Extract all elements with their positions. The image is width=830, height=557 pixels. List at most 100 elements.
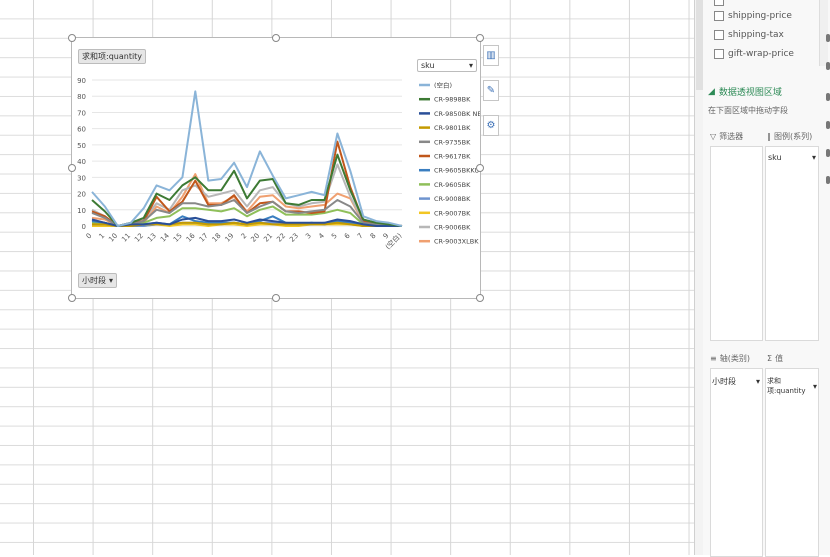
pivot-field-item[interactable] bbox=[714, 0, 728, 8]
dropdown-arrow-icon[interactable]: ▾ bbox=[109, 276, 113, 285]
pivot-field-item[interactable]: shipping-tax bbox=[714, 28, 784, 42]
values-field-name: 求和项:quantity bbox=[767, 377, 806, 395]
legend-label: CR-9007BK bbox=[434, 209, 471, 217]
panel-tool-icon[interactable] bbox=[826, 34, 830, 42]
panel-tool-icon[interactable] bbox=[826, 149, 830, 157]
panel-tool-icon[interactable] bbox=[826, 121, 830, 129]
panel-tool-icon[interactable] bbox=[826, 62, 830, 70]
columns-icon: ‖ bbox=[767, 132, 771, 141]
y-tick-label: 10 bbox=[77, 207, 86, 215]
panel-tool-icon[interactable] bbox=[826, 176, 830, 184]
legend-label: CR-9605BK bbox=[434, 181, 471, 189]
chart-styles-pencil-icon[interactable]: ✎ bbox=[483, 80, 499, 101]
x-tick-label: 1 bbox=[98, 232, 107, 241]
legend-label: CR-9003XLBK bbox=[434, 238, 479, 246]
chart-plot: 90807060504030201000 1 10 11 12 13 14 15 16 17 18 1… bbox=[77, 77, 488, 251]
panel-tool-icon[interactable] bbox=[826, 93, 830, 101]
y-tick-label: 90 bbox=[77, 77, 86, 85]
axis-field-chip[interactable]: 小时段 ▾ bbox=[712, 376, 760, 387]
dropdown-arrow-icon[interactable]: ▾ bbox=[812, 153, 816, 162]
resize-handle[interactable] bbox=[476, 34, 484, 42]
x-tick-label: 16 bbox=[185, 231, 197, 243]
chart-filter-gear-icon[interactable]: ⚙ bbox=[483, 115, 499, 136]
legend-field-chip[interactable]: sku ▾ bbox=[768, 153, 816, 162]
axis-field-button[interactable]: 小时段 ▾ bbox=[78, 273, 118, 288]
legend-field-button[interactable]: sku ▾ bbox=[417, 59, 477, 72]
values-field-chip[interactable]: 求和项:quantity ▾ bbox=[767, 376, 817, 396]
legend-zone-title: 图例(系列) bbox=[774, 132, 813, 141]
pivot-field-item[interactable]: gift-wrap-price bbox=[714, 47, 794, 61]
y-tick-label: 20 bbox=[77, 191, 86, 199]
x-tick-label: 23 bbox=[288, 232, 300, 244]
pivot-chart[interactable]: 90 80 70 60 50 40 30 20 10 0 0 1 10 11 12 13 14 15 16 17 18 1… bbox=[71, 37, 488, 299]
legend-label: CR-9617BK bbox=[434, 153, 471, 161]
resize-handle[interactable] bbox=[272, 34, 280, 42]
legend-label: (空白) bbox=[434, 81, 452, 90]
legend-zone-label: ‖ 图例(系列) bbox=[767, 131, 812, 142]
dropdown-arrow-icon[interactable]: ▾ bbox=[813, 382, 817, 391]
legend-label: CR-9006BK bbox=[434, 224, 471, 232]
y-tick-label: 40 bbox=[77, 158, 86, 166]
resize-handle[interactable] bbox=[68, 34, 76, 42]
x-tick-label: 7 bbox=[356, 232, 365, 241]
legend-label: CR-9605BKKU bbox=[434, 167, 479, 175]
pivot-field-item[interactable]: shipping-price bbox=[714, 9, 792, 23]
field-label: shipping-price bbox=[728, 11, 792, 21]
chart-elements-icon[interactable]: ▥ bbox=[483, 45, 499, 66]
legend-label: CR-9898BK bbox=[434, 96, 471, 104]
field-list-scrollbar[interactable] bbox=[819, 0, 828, 66]
x-tick-label: 4 bbox=[317, 231, 326, 240]
legend-label: CR-9850BK NEW bbox=[434, 110, 480, 118]
dropdown-arrow-icon[interactable]: ▾ bbox=[469, 61, 473, 70]
axis-zone-label: ≡ 轴(类别) bbox=[710, 353, 750, 364]
field-checkbox[interactable] bbox=[714, 30, 724, 40]
y-tick-label: 60 bbox=[77, 126, 86, 134]
value-field-button-label: 求和项:quantity bbox=[82, 52, 143, 61]
x-tick-label: 15 bbox=[172, 232, 184, 244]
axis-zone-title: 轴(类别) bbox=[719, 354, 750, 363]
legend-field-name: sku bbox=[768, 153, 782, 162]
x-tick-label: 22 bbox=[275, 232, 287, 244]
y-tick-label: 50 bbox=[77, 142, 86, 150]
rows-icon: ≡ bbox=[710, 354, 717, 363]
x-tick-label: 21 bbox=[262, 232, 274, 244]
x-tick-label: 18 bbox=[211, 232, 223, 244]
resize-handle[interactable] bbox=[68, 164, 76, 172]
values-zone-title: 值 bbox=[775, 354, 784, 363]
field-checkbox[interactable] bbox=[714, 49, 724, 59]
x-tick-label: 2 bbox=[240, 232, 249, 241]
pivot-area-hint: 在下面区域中拖动字段 bbox=[708, 106, 788, 115]
axis-drop-zone[interactable] bbox=[710, 368, 763, 557]
x-tick-label: 0 bbox=[85, 232, 94, 241]
axis-field-name: 小时段 bbox=[712, 377, 736, 386]
legend-drop-zone[interactable] bbox=[765, 146, 819, 341]
x-tick-label: 13 bbox=[146, 232, 158, 244]
x-tick-label: 12 bbox=[133, 232, 145, 244]
resize-handle[interactable] bbox=[476, 164, 484, 172]
x-tick-label: 14 bbox=[159, 231, 171, 243]
field-label: gift-wrap-price bbox=[728, 49, 794, 59]
y-tick-label: 30 bbox=[77, 174, 86, 182]
dropdown-arrow-icon[interactable]: ▾ bbox=[756, 377, 760, 386]
resize-handle[interactable] bbox=[68, 294, 76, 302]
resize-handle[interactable] bbox=[476, 294, 484, 302]
legend-label: CR-9008BK bbox=[434, 195, 471, 203]
collapse-triangle-icon[interactable]: ◢ bbox=[708, 87, 715, 97]
x-tick-label: 17 bbox=[198, 232, 210, 244]
filter-drop-zone[interactable] bbox=[710, 146, 763, 341]
x-tick-label: 19 bbox=[224, 232, 236, 244]
values-drop-zone[interactable] bbox=[765, 368, 819, 557]
y-tick-label: 80 bbox=[77, 93, 86, 101]
field-checkbox[interactable] bbox=[714, 0, 724, 6]
pivot-area-section[interactable]: ◢ 数据透视图区域 bbox=[708, 85, 782, 99]
sigma-icon: Σ bbox=[767, 354, 773, 363]
resize-handle[interactable] bbox=[272, 294, 280, 302]
legend-field-button-label: sku bbox=[421, 61, 435, 70]
x-tick-label: 6 bbox=[343, 231, 352, 240]
value-field-button[interactable]: 求和项:quantity bbox=[78, 49, 147, 64]
x-tick-label: 5 bbox=[330, 232, 339, 241]
filter-zone-label: ▽ 筛选器 bbox=[710, 131, 743, 142]
field-checkbox[interactable] bbox=[714, 11, 724, 21]
filter-zone-title: 筛选器 bbox=[719, 132, 744, 141]
scrollbar-thumb[interactable] bbox=[696, 0, 703, 90]
